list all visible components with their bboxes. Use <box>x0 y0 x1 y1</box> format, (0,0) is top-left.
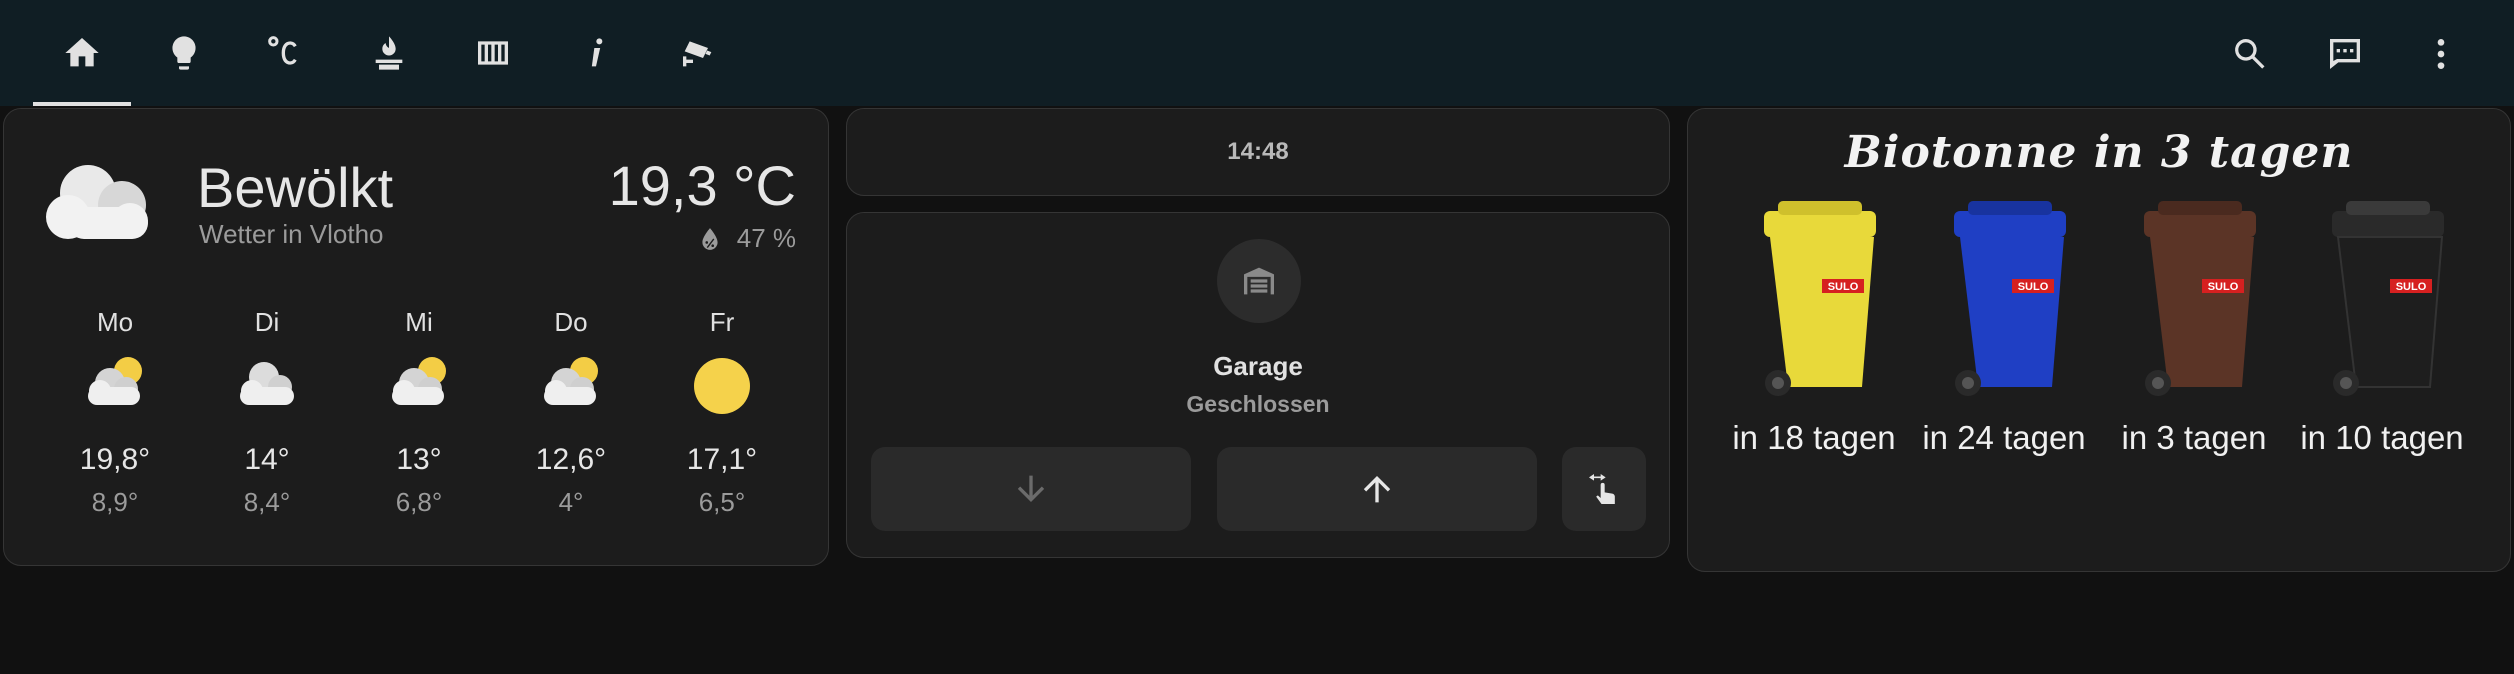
forecast-high: 12,6° <box>535 443 607 476</box>
partly-cloudy-icon <box>544 357 598 405</box>
forecast-low: 6,8° <box>395 487 443 517</box>
waste-bin-icon: SULO <box>1954 201 2066 396</box>
forecast-high: 14° <box>244 443 290 476</box>
clock-time: 14:48 <box>1227 138 1289 165</box>
forecast-weekday: Mi <box>405 307 433 337</box>
home-icon <box>65 38 99 67</box>
waste-bin-icon: SULO <box>2144 201 2256 396</box>
tab-info[interactable] <box>547 0 645 106</box>
forecast-low: 8,4° <box>243 487 291 517</box>
forecast-high: 19,8° <box>79 443 151 476</box>
cloudy-icon <box>240 362 294 405</box>
cloudy-icon <box>46 165 148 239</box>
tab-cameras[interactable] <box>649 0 747 106</box>
more-menu-icon <box>2437 39 2445 69</box>
garage-card[interactable]: Garage Geschlossen <box>846 212 1670 558</box>
waste-bin: SULO in 3 tagen <box>2104 197 2284 457</box>
humidity-value: 47 % <box>736 223 796 253</box>
thermometer-celsius-icon <box>268 36 297 65</box>
humidity-readout: 47 % <box>697 223 796 254</box>
garage-toggle-button[interactable] <box>1562 447 1646 531</box>
waste-bin: SULO in 10 tagen <box>2292 197 2472 457</box>
forecast-high: 13° <box>396 443 442 476</box>
bin-pickup-label: in 10 tagen <box>2300 419 2464 456</box>
bin-pickup-label: in 18 tagen <box>1732 419 1896 456</box>
forecast-low: 6,5° <box>698 487 746 517</box>
fire-heater-icon <box>375 36 403 70</box>
cctv-camera-icon <box>683 41 712 67</box>
forecast-day: Mo 19,8° 8,9° <box>45 307 185 518</box>
arrow-up-icon <box>1363 476 1391 503</box>
info-icon <box>591 38 603 67</box>
forecast-weekday: Mo <box>96 307 134 337</box>
tab-lights[interactable] <box>135 0 233 106</box>
weather-location: Wetter in Vlotho <box>199 219 384 249</box>
forecast-weekday: Do <box>554 307 588 337</box>
sunny-icon <box>694 358 750 414</box>
forecast-day: Di 14° 8,4° <box>197 307 337 518</box>
partly-cloudy-icon <box>392 357 446 405</box>
svg-text:SULO: SULO <box>1828 281 1859 293</box>
garage-name: Garage <box>1213 351 1303 381</box>
assist-chat-icon <box>2330 39 2360 69</box>
bin-pickup-label: in 3 tagen <box>2121 419 2267 456</box>
waste-bin: SULO in 24 tagen <box>1914 197 2094 457</box>
search-icon <box>2235 39 2265 69</box>
forecast-low: 4° <box>558 487 584 517</box>
search-button[interactable] <box>2218 22 2282 86</box>
garage-close-button[interactable] <box>871 447 1191 531</box>
tab-home[interactable] <box>33 0 131 106</box>
overflow-menu-button[interactable] <box>2409 22 2473 86</box>
garage-icon-button[interactable] <box>1217 239 1301 323</box>
weather-condition: Bewölkt <box>197 156 394 219</box>
svg-text:SULO: SULO <box>2208 281 2239 293</box>
waste-bin-icon: SULO <box>1764 201 1876 396</box>
tab-radiator[interactable] <box>444 0 542 106</box>
clock-card: 14:48 <box>846 108 1670 196</box>
forecast-day: Fr 17,1° 6,5° <box>652 307 792 518</box>
forecast-weekday: Fr <box>709 307 735 337</box>
gesture-tap-icon <box>1589 474 1615 504</box>
current-temperature: 19,3 °C <box>608 154 796 217</box>
forecast-high: 17,1° <box>686 443 758 476</box>
assist-button[interactable] <box>2313 22 2377 86</box>
lightbulb-icon <box>172 36 196 70</box>
arrow-down-icon <box>1017 475 1045 502</box>
garage-state: Geschlossen <box>1186 391 1330 417</box>
radiator-icon <box>478 41 508 65</box>
garage-door-icon <box>1244 267 1274 295</box>
forecast-day: Mi 13° 6,8° <box>349 307 489 518</box>
weather-card[interactable]: Bewölkt Wetter in Vlotho 19,3 °C 47 % Mo… <box>3 108 829 566</box>
waste-bins-card[interactable]: Biotonne in 3 tagen SULO in 18 tagen SUL… <box>1687 108 2511 572</box>
forecast-day: Do 12,6° 4° <box>501 307 641 518</box>
bins-title: Biotonne in 3 tagen <box>1844 127 2354 178</box>
svg-text:SULO: SULO <box>2018 281 2049 293</box>
tab-heating[interactable] <box>340 0 438 106</box>
bin-pickup-label: in 24 tagen <box>1922 419 2086 456</box>
partly-cloudy-icon <box>88 357 142 405</box>
top-app-bar <box>0 0 2514 106</box>
forecast-weekday: Di <box>254 307 280 337</box>
forecast-low: 8,9° <box>91 487 139 517</box>
waste-bin: SULO in 18 tagen <box>1724 197 1904 457</box>
svg-text:SULO: SULO <box>2396 281 2427 293</box>
tab-temperature[interactable] <box>236 0 334 106</box>
garage-open-button[interactable] <box>1217 447 1537 531</box>
humidity-drop-icon <box>702 227 718 250</box>
waste-bin-icon: SULO <box>2332 201 2444 396</box>
